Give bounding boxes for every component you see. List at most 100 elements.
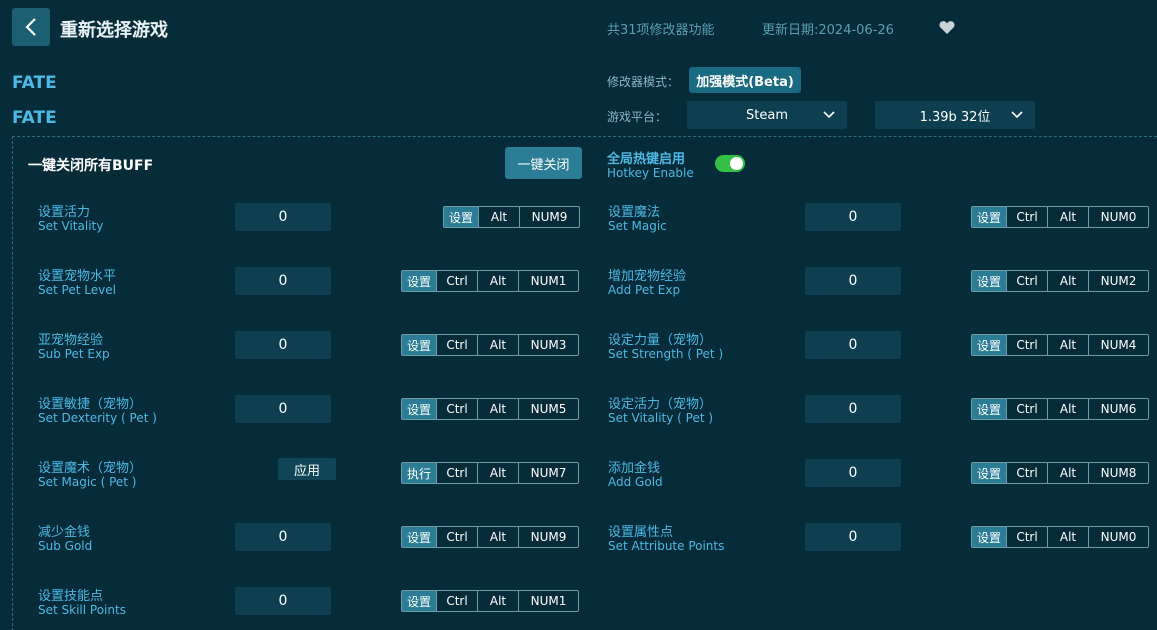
hotkey-key: Alt <box>478 207 519 227</box>
hotkey-key: NUM1 <box>518 271 578 291</box>
platform-label: 游戏平台： <box>607 110 668 124</box>
option-name-en: Set Skill Points <box>38 603 126 617</box>
value-input[interactable]: 0 <box>235 203 331 231</box>
hotkey-group: 设置 Ctrl Alt NUM5 <box>401 398 579 420</box>
hotkey-group: 设置 Ctrl Alt NUM2 <box>971 270 1149 292</box>
game-name: FATE <box>12 73 57 93</box>
option-name-en: Set Pet Level <box>38 283 116 297</box>
value-input[interactable]: 0 <box>235 587 331 615</box>
hotkey-group: 设置 Ctrl Alt NUM8 <box>971 462 1149 484</box>
back-button[interactable] <box>12 8 50 46</box>
value-input[interactable]: 0 <box>805 523 901 551</box>
hotkey-group: 设置 Ctrl Alt NUM1 <box>401 270 579 292</box>
hotkey-group: 设置 Ctrl Alt NUM0 <box>971 526 1149 548</box>
platform-value: Steam <box>746 107 788 123</box>
hotkey-key: NUM0 <box>1088 207 1148 227</box>
game-name-secondary: FATE <box>12 108 57 128</box>
hotkey-key: NUM1 <box>518 591 578 611</box>
hotkey-key: Ctrl <box>1006 399 1047 419</box>
hotkey-label-en: Hotkey Enable <box>607 166 694 180</box>
option-name-en: Add Pet Exp <box>608 283 681 297</box>
option-name-cn: 添加金钱 <box>608 461 661 476</box>
value-input[interactable]: 0 <box>235 267 331 295</box>
option-name-cn: 设定活力（宠物） <box>608 397 713 412</box>
hotkey-group: 设置 Ctrl Alt NUM0 <box>971 206 1149 228</box>
hotkey-key: Ctrl <box>1006 207 1047 227</box>
hotkey-key: Alt <box>1047 399 1088 419</box>
option-name-en: Set Magic <box>608 219 667 233</box>
toggle-knob <box>730 157 743 170</box>
option-name-cn: 设定力量（宠物） <box>608 333 713 348</box>
platform-select[interactable]: Steam <box>687 101 847 129</box>
hotkey-toggle[interactable] <box>715 155 745 172</box>
option-name-en: Add Gold <box>608 475 663 489</box>
hotkey-key: NUM4 <box>1088 335 1148 355</box>
set-hotkey-button[interactable]: 设置 <box>972 207 1006 227</box>
option-name-cn: 设置敏捷（宠物） <box>38 397 143 412</box>
option-name-cn: 设置魔法 <box>608 205 661 220</box>
value-input[interactable]: 0 <box>235 331 331 359</box>
chevron-left-icon <box>25 18 36 36</box>
option-name-cn: 设置活力 <box>38 205 91 220</box>
value-input[interactable]: 0 <box>805 331 901 359</box>
set-hotkey-button[interactable]: 设置 <box>972 463 1006 483</box>
set-hotkey-button[interactable]: 执行 <box>402 463 436 483</box>
value-input[interactable]: 0 <box>235 395 331 423</box>
hotkey-key: NUM7 <box>518 463 578 483</box>
hotkey-key: Alt <box>477 335 518 355</box>
hotkey-group: 设置 Ctrl Alt NUM6 <box>971 398 1149 420</box>
hotkey-key: Ctrl <box>1006 335 1047 355</box>
hotkey-key: NUM6 <box>1088 399 1148 419</box>
set-hotkey-button[interactable]: 设置 <box>402 399 436 419</box>
hotkey-key: NUM5 <box>518 399 578 419</box>
close-all-button[interactable]: 一键关闭 <box>505 147 582 179</box>
set-hotkey-button[interactable]: 设置 <box>972 399 1006 419</box>
set-hotkey-button[interactable]: 设置 <box>972 271 1006 291</box>
hotkey-label-cn: 全局热键启用 <box>607 152 686 167</box>
hotkey-key: Ctrl <box>436 463 477 483</box>
option-name-cn: 设置魔术（宠物） <box>38 461 143 476</box>
hotkey-key: Alt <box>1047 271 1088 291</box>
option-name-en: Sub Pet Exp <box>38 347 110 361</box>
mode-label: 修改器模式： <box>607 75 680 89</box>
hotkey-key: Ctrl <box>1006 527 1047 547</box>
set-hotkey-button[interactable]: 设置 <box>972 527 1006 547</box>
set-hotkey-button[interactable]: 设置 <box>402 591 436 611</box>
buff-label: 一键关闭所有BUFF <box>28 158 154 174</box>
hotkey-group: 设置 Ctrl Alt NUM1 <box>401 590 579 612</box>
option-name-en: Set Vitality ( Pet ) <box>608 411 714 425</box>
option-name-en: Sub Gold <box>38 539 93 553</box>
hotkey-key: NUM9 <box>518 527 578 547</box>
hotkey-key: Ctrl <box>436 271 477 291</box>
hotkey-key: NUM9 <box>519 207 579 227</box>
option-name-en: Set Strength ( Pet ) <box>608 347 724 361</box>
hotkey-group: 设置 Ctrl Alt NUM3 <box>401 334 579 356</box>
set-hotkey-button[interactable]: 设置 <box>402 527 436 547</box>
option-name-en: Set Attribute Points <box>608 539 725 553</box>
value-input[interactable]: 0 <box>805 459 901 487</box>
set-hotkey-button[interactable]: 设置 <box>402 271 436 291</box>
set-hotkey-button[interactable]: 设置 <box>972 335 1006 355</box>
option-name-en: Set Dexterity ( Pet ) <box>38 411 157 425</box>
option-name-cn: 设置宠物水平 <box>38 269 117 284</box>
value-input[interactable]: 0 <box>235 523 331 551</box>
value-input[interactable]: 0 <box>805 203 901 231</box>
favorite-heart-icon[interactable] <box>939 20 955 39</box>
feature-count: 共31项修改器功能 <box>607 23 715 38</box>
apply-button[interactable]: 应用 <box>278 458 336 480</box>
hotkey-group: 设置 Alt NUM9 <box>443 206 580 228</box>
value-input[interactable]: 0 <box>805 395 901 423</box>
hotkey-key: Alt <box>477 463 518 483</box>
version-select[interactable]: 1.39b 32位 <box>875 101 1035 129</box>
hotkey-key: Alt <box>477 591 518 611</box>
version-value: 1.39b 32位 <box>919 109 991 125</box>
hotkey-key: Ctrl <box>436 399 477 419</box>
value-input[interactable]: 0 <box>805 267 901 295</box>
chevron-down-icon <box>1011 111 1023 119</box>
set-hotkey-button[interactable]: 设置 <box>402 335 436 355</box>
mode-button[interactable]: 加强模式(Beta) <box>689 67 801 93</box>
hotkey-key: Ctrl <box>436 527 477 547</box>
set-hotkey-button[interactable]: 设置 <box>444 207 478 227</box>
hotkey-key: Ctrl <box>1006 271 1047 291</box>
option-name-en: Set Vitality <box>38 219 104 233</box>
